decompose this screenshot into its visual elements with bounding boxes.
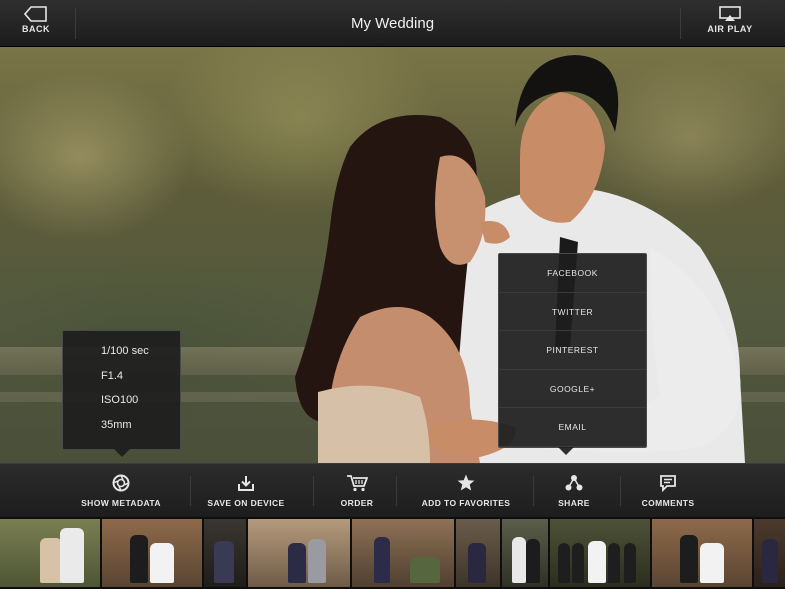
page-title: My Wedding bbox=[350, 15, 435, 32]
top-bar: BACK My Wedding AIR PLAY bbox=[0, 0, 785, 47]
popover-arrow bbox=[558, 447, 574, 455]
comment-icon bbox=[660, 475, 676, 492]
thumbnail[interactable] bbox=[248, 519, 350, 587]
share-label: SHARE bbox=[558, 498, 590, 508]
comments-label: COMMENTS bbox=[641, 498, 695, 508]
metadata-focal-length: 35mm bbox=[101, 418, 132, 431]
thumbnail[interactable] bbox=[352, 519, 454, 587]
order-label: ORDER bbox=[340, 498, 374, 508]
toolbar-divider bbox=[396, 476, 397, 506]
share-twitter[interactable]: TWITTER bbox=[499, 293, 646, 331]
thumbnail[interactable] bbox=[754, 519, 785, 587]
toolbar-divider bbox=[533, 476, 534, 506]
thumbnail[interactable] bbox=[102, 519, 202, 587]
filmstrip bbox=[0, 517, 785, 589]
toolbar-divider bbox=[190, 476, 191, 506]
download-icon bbox=[238, 476, 254, 491]
toolbar-divider bbox=[313, 476, 314, 506]
share-pinterest[interactable]: PINTEREST bbox=[499, 331, 646, 370]
popover-arrow bbox=[114, 449, 130, 457]
thumbnail[interactable] bbox=[0, 519, 100, 587]
aperture-icon bbox=[112, 474, 130, 492]
thumbnail[interactable] bbox=[652, 519, 752, 587]
save-on-device-label: SAVE ON DEVICE bbox=[207, 498, 285, 508]
add-to-favorites-button[interactable]: ADD TO FAVORITES bbox=[418, 474, 514, 514]
show-metadata-label: SHOW METADATA bbox=[81, 498, 161, 508]
thumbnail[interactable] bbox=[550, 519, 650, 587]
comments-button[interactable]: COMMENTS bbox=[638, 474, 698, 514]
save-on-device-button[interactable]: SAVE ON DEVICE bbox=[203, 474, 289, 514]
thumbnail[interactable] bbox=[456, 519, 500, 587]
airplay-label: AIR PLAY bbox=[707, 24, 753, 34]
thumbnail[interactable] bbox=[204, 519, 246, 587]
share-button[interactable]: SHARE bbox=[553, 474, 595, 514]
share-facebook[interactable]: FACEBOOK bbox=[499, 254, 646, 293]
thumbnail[interactable] bbox=[502, 519, 548, 587]
metadata-popover: 1/100 sec F1.4 ISO100 35mm bbox=[62, 330, 181, 457]
order-button[interactable]: ORDER bbox=[335, 474, 379, 514]
show-metadata-button[interactable]: SHOW METADATA bbox=[80, 474, 162, 514]
add-to-favorites-label: ADD TO FAVORITES bbox=[421, 498, 511, 508]
airplay-icon bbox=[719, 6, 741, 21]
share-email[interactable]: EMAIL bbox=[499, 408, 646, 447]
divider bbox=[680, 8, 681, 39]
metadata-aperture: F1.4 bbox=[101, 369, 124, 382]
bottom-toolbar: SHOW METADATA SAVE ON DEVICE ORDER ADD T… bbox=[0, 463, 785, 517]
metadata-shutter-speed: 1/100 sec bbox=[101, 345, 149, 357]
cart-icon bbox=[347, 475, 368, 492]
metadata-iso: ISO100 bbox=[101, 394, 139, 406]
share-google-plus[interactable]: GOOGLE+ bbox=[499, 370, 646, 408]
star-icon bbox=[457, 474, 475, 491]
share-popover: FACEBOOK TWITTER PINTEREST GOOGLE+ EMAIL bbox=[498, 253, 647, 455]
airplay-button[interactable]: AIR PLAY bbox=[700, 6, 760, 42]
share-icon bbox=[565, 475, 583, 491]
toolbar-divider bbox=[620, 476, 621, 506]
